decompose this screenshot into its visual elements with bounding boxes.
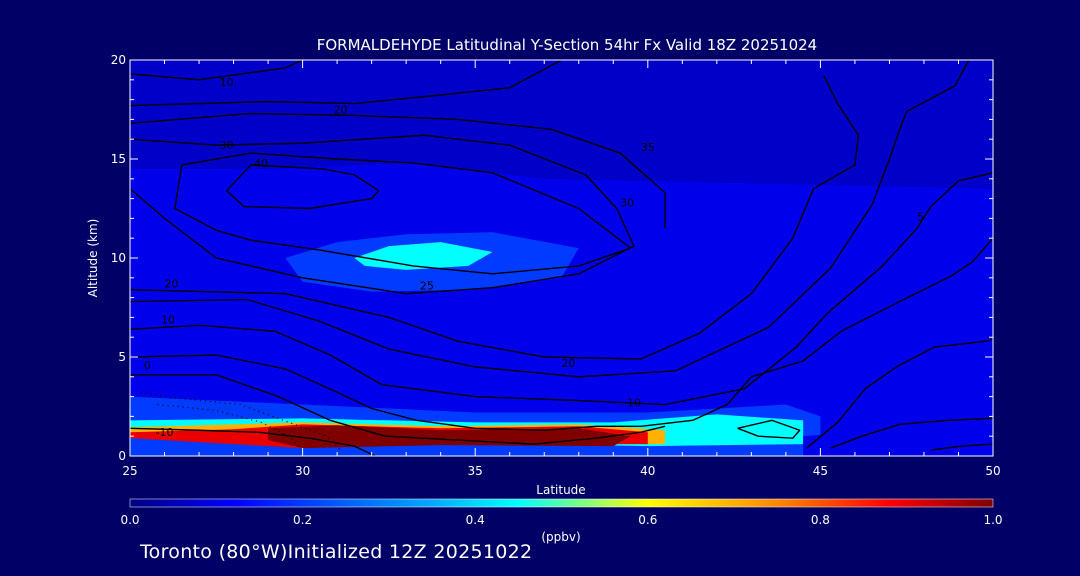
y-axis-label: Altitude (km) xyxy=(86,219,100,298)
contour-label-13: 5 xyxy=(917,210,924,223)
contour-label-4: 35 xyxy=(641,141,655,154)
colorbar-unit: (ppbv) xyxy=(541,530,580,544)
x-axis-label: Latitude xyxy=(536,483,585,497)
footer-location: Toronto (80°W) xyxy=(140,541,288,563)
colorbar-tick-label-5: 1.0 xyxy=(983,513,1002,527)
x-tick-label-5: 50 xyxy=(985,464,1000,478)
colorbar-tick-label-2: 0.4 xyxy=(466,513,485,527)
contour-label-11: 10 xyxy=(627,397,641,410)
contour-label-1: 20 xyxy=(334,104,348,117)
y-tick-label-1: 5 xyxy=(118,350,126,364)
contour-label-0: 10 xyxy=(220,76,234,89)
chart-title: FORMALDEHYDE Latitudinal Y-Section 54hr … xyxy=(317,36,817,54)
footer-initialized: Initialized 12Z 20251022 xyxy=(287,541,533,563)
colorbar-tick-label-1: 0.2 xyxy=(293,513,312,527)
contour-label-3: 40 xyxy=(254,157,268,170)
contour-label-12: -10 xyxy=(156,426,174,439)
colorbar-tick-label-0: 0.0 xyxy=(120,513,139,527)
y-tick-label-4: 20 xyxy=(111,53,126,67)
contour-label-5: 30 xyxy=(620,197,634,210)
contour-label-2: 30 xyxy=(220,139,234,152)
y-tick-label-2: 10 xyxy=(111,251,126,265)
contour-label-6: 25 xyxy=(420,280,434,293)
contour-label-10: 20 xyxy=(561,357,575,370)
chart-canvas: FORMALDEHYDE Latitudinal Y-Section 54hr … xyxy=(86,36,1003,544)
contour-label-8: 10 xyxy=(161,313,175,326)
y-tick-label-0: 0 xyxy=(118,449,126,463)
x-tick-label-2: 35 xyxy=(468,464,483,478)
x-tick-label-3: 40 xyxy=(640,464,655,478)
x-tick-label-1: 30 xyxy=(295,464,310,478)
contour-label-7: 20 xyxy=(164,278,178,291)
colorbar-tick-label-4: 0.8 xyxy=(811,513,830,527)
colorbar-tick-label-3: 0.6 xyxy=(638,513,657,527)
footer-caption: Toronto (80°W)Initialized 12Z 20251022 xyxy=(140,541,532,563)
x-tick-label-0: 25 xyxy=(122,464,137,478)
contour-label-9: 0 xyxy=(144,359,151,372)
colorbar-ticks: 0.0 0.2 0.4 0.6 0.8 1.0 xyxy=(120,513,1002,527)
x-tick-label-4: 45 xyxy=(813,464,828,478)
y-tick-label-3: 15 xyxy=(111,152,126,166)
colorbar xyxy=(129,498,994,508)
